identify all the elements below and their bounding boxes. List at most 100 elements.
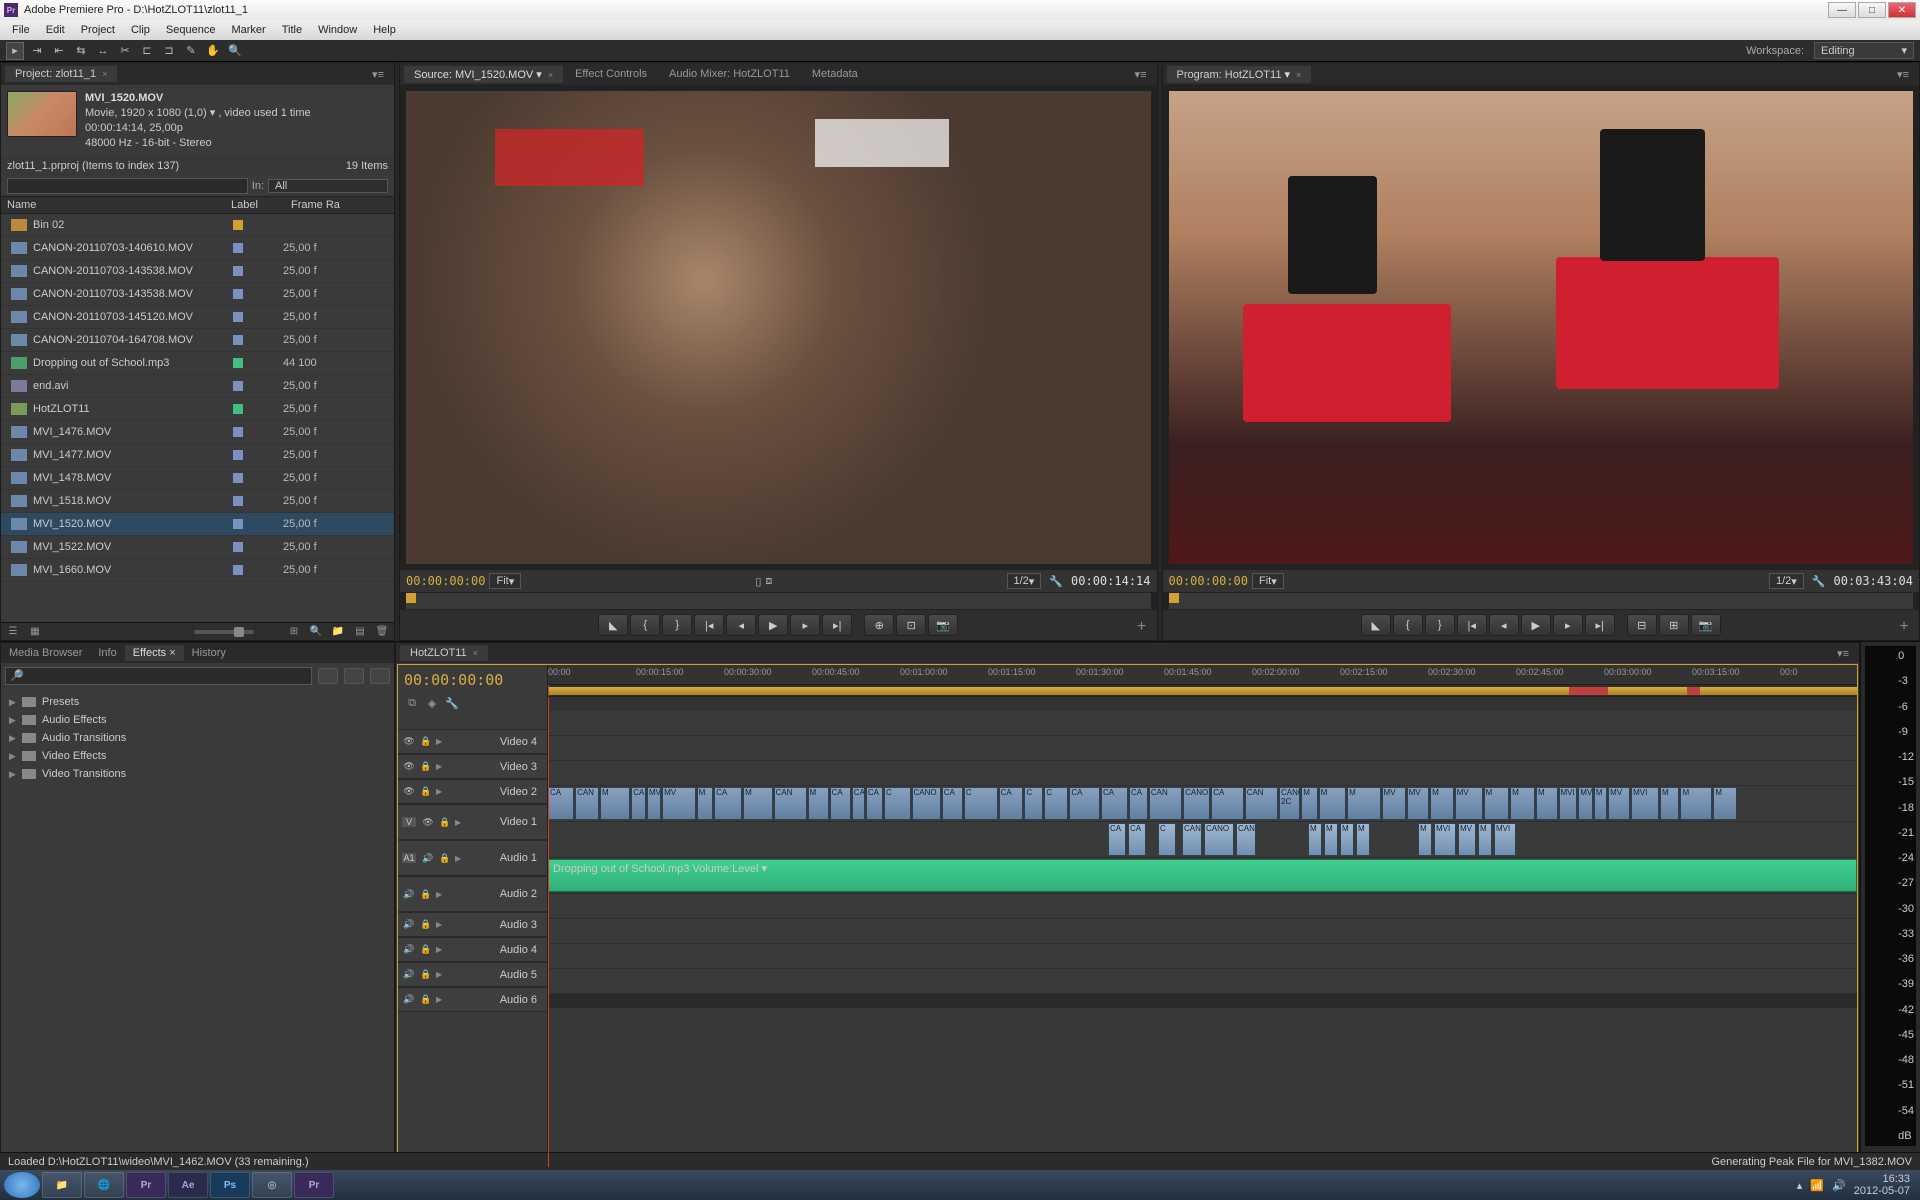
razor-tool[interactable]: ✂ — [116, 42, 134, 60]
hand-tool[interactable]: ✋ — [204, 42, 222, 60]
effects-search-input[interactable]: 🔎 — [5, 667, 312, 685]
taskbar-aftereffects[interactable]: Ae — [168, 1172, 208, 1198]
timeline-clip[interactable]: CA — [999, 787, 1024, 820]
timeline-clip[interactable]: MVI — [1631, 787, 1659, 820]
delete-button[interactable]: 🗑 — [374, 625, 390, 639]
eye-icon[interactable]: 👁 — [402, 736, 416, 748]
tray-arrow-icon[interactable]: ▴ — [1797, 1179, 1803, 1192]
settings-icon[interactable]: 🔧 — [1812, 575, 1826, 588]
project-item[interactable]: MVI_1520.MOV 25,00 f — [1, 513, 394, 536]
effects-folder[interactable]: ▶Audio Transitions — [1, 729, 394, 747]
menu-clip[interactable]: Clip — [123, 24, 158, 36]
timeline-clip[interactable]: M — [1347, 787, 1380, 820]
timeline-clip[interactable]: M — [1660, 787, 1679, 820]
snap-icon[interactable]: ⧉ — [404, 695, 420, 711]
program-tc-in[interactable]: 00:00:00:00 — [1169, 574, 1248, 588]
in-filter-select[interactable]: All — [268, 179, 388, 193]
disclosure-icon[interactable]: ▶ — [436, 890, 442, 899]
lock-icon[interactable]: 🔒 — [438, 852, 452, 864]
timeline-audio-clip[interactable]: MVI — [1494, 823, 1516, 856]
disclosure-icon[interactable]: ▶ — [436, 920, 442, 929]
add-button-icon[interactable]: + — [1133, 618, 1151, 636]
timeline-clip[interactable]: M — [697, 787, 714, 820]
program-tab[interactable]: Program: HotZLOT11 ▾× — [1167, 66, 1312, 83]
video-track-header[interactable]: 👁🔒▶Video 4 — [398, 729, 547, 754]
fx-badge-3[interactable] — [370, 668, 390, 684]
timeline-hscroll[interactable] — [548, 994, 1857, 1008]
timeline-clip[interactable]: CA — [1069, 787, 1100, 820]
project-item[interactable]: CANON-20110703-143538.MOV 25,00 f — [1, 283, 394, 306]
rolling-edit-tool[interactable]: ⇆ — [72, 42, 90, 60]
search-input[interactable] — [7, 178, 248, 194]
audio-track-header[interactable]: 🔊🔒▶Audio 4 — [398, 937, 547, 962]
speaker-icon[interactable]: 🔊 — [402, 944, 416, 956]
timeline-clip[interactable]: MV — [647, 787, 661, 820]
timeline-ruler[interactable]: 00:0000:00:15:0000:00:30:0000:00:45:0000… — [548, 665, 1857, 685]
timeline-audio-clip[interactable]: CA — [1108, 823, 1126, 856]
timeline-clip[interactable]: CA — [714, 787, 742, 820]
project-item[interactable]: MVI_1660.MOV 25,00 f — [1, 559, 394, 582]
lock-icon[interactable]: 🔒 — [419, 888, 433, 900]
audio-track-header[interactable]: 🔊🔒▶Audio 2 — [398, 876, 547, 912]
playhead-icon[interactable] — [1169, 593, 1179, 603]
track-audio-2[interactable]: Dropping out of School.mp3 Volume:Level … — [548, 858, 1857, 894]
fx-badge-2[interactable] — [344, 668, 364, 684]
timeline-clip[interactable]: MV — [1455, 787, 1483, 820]
track-video-3[interactable] — [548, 736, 1857, 761]
zoom-tool[interactable]: 🔍 — [226, 42, 244, 60]
disclosure-icon[interactable]: ▶ — [436, 970, 442, 979]
program-fit-select[interactable]: Fit ▾ — [1252, 573, 1284, 589]
minimize-button[interactable]: — — [1828, 2, 1856, 18]
slip-tool[interactable]: ⊏ — [138, 42, 156, 60]
maximize-button[interactable]: □ — [1858, 2, 1886, 18]
timeline-clip[interactable]: M — [1713, 787, 1736, 820]
timeline-audio-clip[interactable]: M — [1478, 823, 1492, 856]
drag-video-icon[interactable]: ▯ — [755, 575, 761, 588]
timeline-clip[interactable]: C — [884, 787, 911, 820]
disclosure-icon[interactable]: ▶ — [9, 715, 16, 726]
timeline-clip[interactable]: M — [808, 787, 829, 820]
list-view-button[interactable]: ☰ — [5, 625, 21, 639]
program-zoom-select[interactable]: 1/2 ▾ — [1769, 573, 1804, 589]
mark-clip-button[interactable]: } — [662, 614, 692, 636]
music-clip[interactable]: Dropping out of School.mp3 Volume:Level … — [548, 859, 1857, 892]
timeline-clip[interactable]: CAN — [1245, 787, 1278, 820]
timeline-clip[interactable]: CA — [866, 787, 883, 820]
speaker-icon[interactable]: 🔊 — [402, 919, 416, 931]
timeline-clip[interactable]: CAN — [575, 787, 599, 820]
timeline-clip[interactable]: C — [964, 787, 998, 820]
timeline-clip[interactable]: CA — [830, 787, 851, 820]
step-back-button[interactable]: ◂ — [726, 614, 756, 636]
effects-tab[interactable]: Media Browser — [1, 645, 90, 661]
mark-in-button[interactable]: ◣ — [1361, 614, 1391, 636]
play-button[interactable]: ▶ — [758, 614, 788, 636]
taskbar-premiere[interactable]: Pr — [126, 1172, 166, 1198]
timeline-clip[interactable]: M — [600, 787, 630, 820]
effects-folder[interactable]: ▶Video Transitions — [1, 765, 394, 783]
menu-window[interactable]: Window — [310, 24, 365, 36]
mark-clip-button[interactable]: } — [1425, 614, 1455, 636]
lock-icon[interactable]: 🔒 — [419, 736, 433, 748]
slide-tool[interactable]: ⊐ — [160, 42, 178, 60]
timeline-audio-clip[interactable]: M — [1308, 823, 1322, 856]
go-in-button[interactable]: |◂ — [694, 614, 724, 636]
speaker-icon[interactable]: 🔊 — [402, 994, 416, 1006]
effects-folder[interactable]: ▶Video Effects — [1, 747, 394, 765]
rate-stretch-tool[interactable]: ↔ — [94, 42, 112, 60]
disclosure-icon[interactable]: ▶ — [455, 818, 461, 827]
menu-help[interactable]: Help — [365, 24, 404, 36]
mark-in-button[interactable]: ◣ — [598, 614, 628, 636]
timeline-clip[interactable]: MV — [1382, 787, 1406, 820]
clip-thumbnail[interactable] — [7, 91, 77, 137]
fx-badge-1[interactable] — [318, 668, 338, 684]
speaker-icon[interactable]: 🔊 — [402, 888, 416, 900]
timeline-clip[interactable]: CA — [942, 787, 963, 820]
track-target[interactable]: V — [402, 817, 416, 827]
lift-button[interactable]: ⊟ — [1627, 614, 1657, 636]
lock-icon[interactable]: 🔒 — [419, 994, 433, 1006]
tray-volume-icon[interactable]: 🔊 — [1832, 1179, 1846, 1192]
panel-menu-icon[interactable]: ▾≡ — [1891, 68, 1915, 81]
panel-menu-icon[interactable]: ▾≡ — [1831, 647, 1855, 660]
timeline-tc[interactable]: 00:00:00:00 — [404, 671, 541, 689]
disclosure-icon[interactable]: ▶ — [9, 697, 16, 708]
